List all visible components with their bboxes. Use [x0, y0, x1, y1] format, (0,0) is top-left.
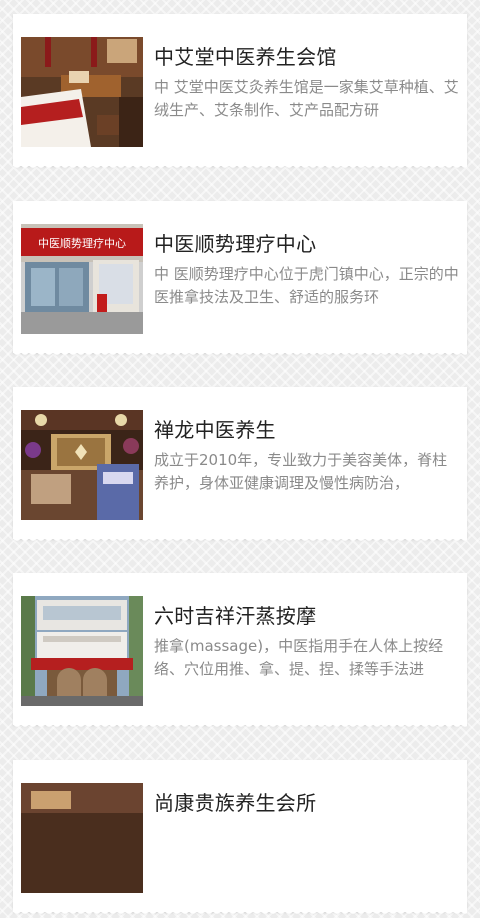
venue-title: 禅龙中医养生	[154, 418, 276, 442]
venue-description: 中 医顺势理疗中心位于虎门镇中心，正宗的中医推拿技法及卫生、舒适的服务环	[154, 265, 459, 306]
venue-description: 成立于2010年，专业致力于美容美体，脊柱养护，身体亚健康调理及慢性病防治，	[154, 451, 448, 492]
venue-description: 中 艾堂中医艾灸养生馆是一家集艾草种植、艾绒生产、艾条制作、艾产品配方研	[154, 78, 459, 119]
venue-title: 六时吉祥汗蒸按摩	[154, 604, 317, 628]
store-sign: 中医顺势理疗中心	[38, 236, 126, 250]
venue-description	[154, 822, 460, 868]
venue-card[interactable]: 尚康贵族养生会所	[13, 760, 467, 918]
venue-thumbnail	[21, 37, 143, 147]
venue-thumbnail	[21, 410, 143, 520]
venue-card[interactable]: 中艾堂中医养生会馆 中 艾堂中医艾灸养生馆是一家集艾草种植、艾绒生产、艾条制作、…	[13, 14, 467, 172]
venue-thumbnail: 中医顺势理疗中心	[21, 224, 143, 334]
venue-description: 推拿(massage)，中医指用手在人体上按经络、穴位用推、拿、提、捏、揉等手法…	[154, 637, 444, 678]
venue-card[interactable]: 六时吉祥汗蒸按摩 推拿(massage)，中医指用手在人体上按经络、穴位用推、拿…	[13, 573, 467, 731]
venue-thumbnail	[21, 596, 143, 706]
venue-title: 中医顺势理疗中心	[154, 232, 317, 256]
venue-card[interactable]: 禅龙中医养生 成立于2010年，专业致力于美容美体，脊柱养护，身体亚健康调理及慢…	[13, 387, 467, 545]
venue-title: 尚康贵族养生会所	[154, 791, 317, 815]
venue-card[interactable]: 中医顺势理疗中心 中医顺势理疗中心 中 医顺势理疗中心位于虎门镇中心，正宗的中医…	[13, 201, 467, 359]
venue-title: 中艾堂中医养生会馆	[154, 45, 337, 69]
